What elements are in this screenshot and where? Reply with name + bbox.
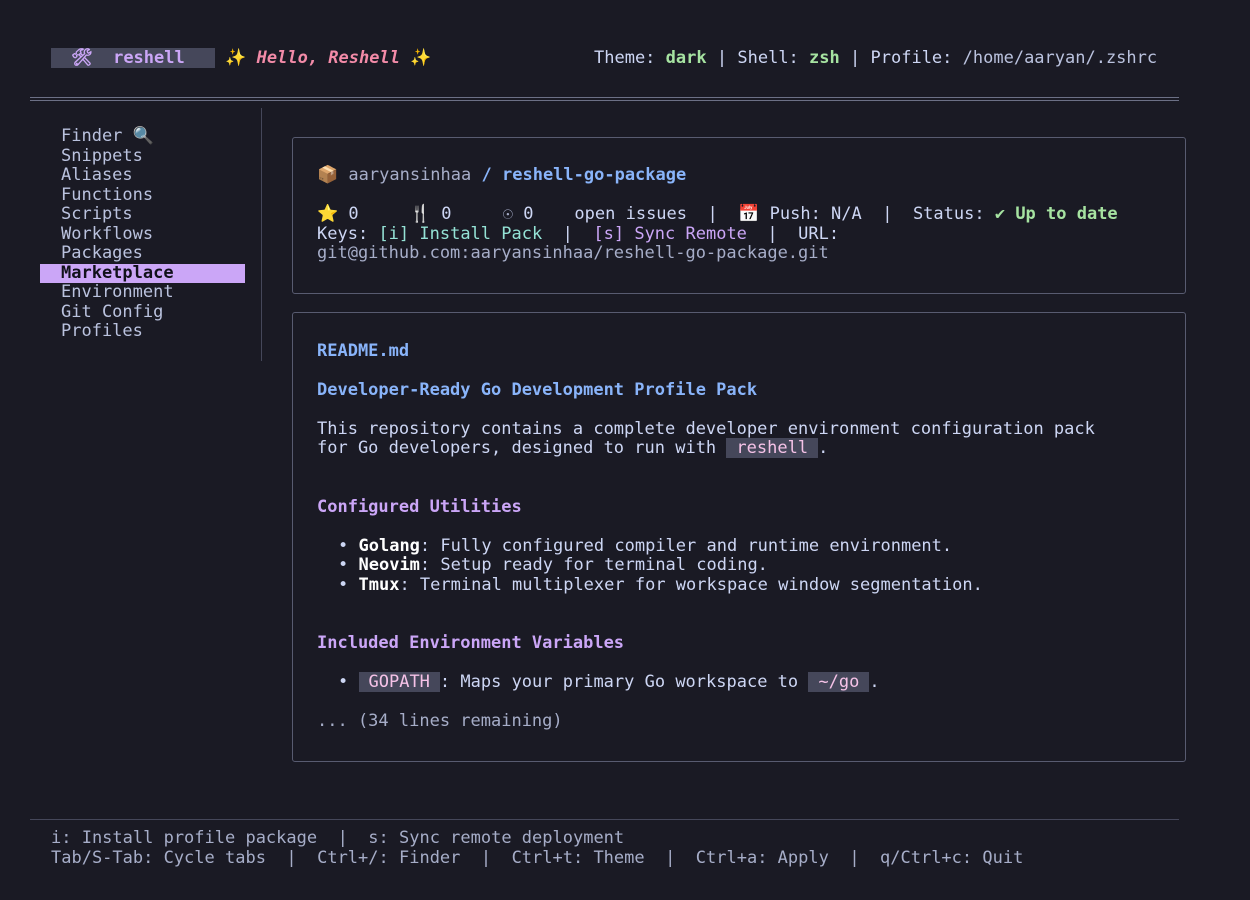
sparkle-icon: ✨ — [410, 48, 432, 68]
sidebar-item-functions[interactable]: Functions — [40, 185, 245, 206]
sidebar-divider — [261, 108, 262, 361]
readme-intro-line2: for Go developers, designed to run with … — [317, 438, 829, 459]
utility-desc: : Terminal multiplexer for workspace win… — [399, 575, 983, 595]
stars-count: 0 — [348, 204, 359, 224]
bullet: • — [338, 575, 349, 595]
list-item: • Golang: Fully configured compiler and … — [338, 536, 953, 557]
sync-remote-key[interactable]: [s] Sync Remote — [593, 224, 747, 244]
profile-path: /home/aaryan/.zshrc — [962, 48, 1158, 68]
app-title-badge: 🛠 reshell — [51, 48, 215, 68]
repo-url[interactable]: git@github.com:aaryansinhaa/reshell-go-p… — [317, 243, 829, 264]
sidebar-item-marketplace[interactable]: Marketplace — [40, 263, 245, 283]
utility-name: Tmux — [358, 575, 400, 595]
repo-keys: Keys: [i] Install Pack | [s] Sync Remote… — [317, 224, 840, 244]
bullet: • — [338, 536, 349, 556]
env-period: . — [869, 672, 880, 692]
profile-label: Profile: — [870, 48, 953, 68]
greeting-text: Hello, Reshell — [256, 48, 400, 68]
app-header-left: 🛠 reshell ✨ Hello, Reshell ✨ — [51, 48, 432, 69]
sidebar-item-environment[interactable]: Environment — [40, 282, 245, 303]
repo-slash: / — [481, 165, 492, 185]
readme-intro-line1: This repository contains a complete deve… — [317, 419, 1095, 439]
header-status: Theme: dark | Shell: zsh | Profile: /hom… — [594, 48, 1158, 69]
keys-label: Keys: — [317, 224, 369, 244]
section-heading-utilities: Configured Utilities — [317, 497, 522, 517]
sidebar-item-finder[interactable]: Finder 🔍 — [40, 126, 245, 147]
status-badge: ✔ Up to date — [994, 204, 1118, 224]
utility-desc: : Fully configured compiler and runtime … — [419, 536, 953, 556]
sidebar-item-git-config[interactable]: Git Config — [40, 302, 245, 323]
fork-icon: 🍴 — [409, 204, 432, 224]
repo-stats: ⭐ 0 🍴 0 ☉ 0 open issues | 📅 Push: N/A | … — [317, 204, 1118, 224]
readme-title: Developer-Ready Go Development Profile P… — [317, 380, 758, 400]
status-label: Status: — [912, 204, 985, 224]
sidebar-item-packages[interactable]: Packages — [40, 243, 245, 264]
sidebar-nav: Finder 🔍 Snippets Aliases Functions Scri… — [40, 126, 245, 342]
app-name: reshell — [113, 48, 185, 68]
footer-hints-line1: i: Install profile package | s: Sync rem… — [51, 828, 625, 848]
header-rule — [30, 100, 1179, 101]
star-icon: ⭐ — [317, 204, 339, 224]
footer-hints-line2: Tab/S-Tab: Cycle tabs | Ctrl+/: Finder |… — [51, 848, 1024, 868]
bullet: • — [338, 672, 349, 692]
issues-count: 0 — [523, 204, 534, 224]
env-desc: : Maps your primary Go workspace to — [439, 672, 799, 692]
sidebar-item-aliases[interactable]: Aliases — [40, 165, 245, 186]
issues-label: open issues — [574, 204, 688, 224]
sidebar-item-snippets[interactable]: Snippets — [40, 146, 245, 167]
repo-title: 📦 aaryansinhaa / reshell-go-package — [317, 165, 686, 186]
package-icon: 📦 — [317, 165, 339, 185]
forks-count: 0 — [441, 204, 452, 224]
theme-value: dark — [665, 48, 707, 68]
utility-name: Golang — [358, 536, 420, 556]
url-label: URL: — [798, 224, 840, 244]
bullet: • — [338, 555, 349, 575]
readme-remaining: ... (34 lines remaining) — [317, 711, 563, 731]
footer-rule — [30, 819, 1179, 820]
calendar-icon: 📅 — [738, 204, 760, 224]
sidebar-item-profiles[interactable]: Profiles — [40, 321, 245, 342]
list-item: • GOPATH: Maps your primary Go workspace… — [338, 672, 880, 693]
repo-name[interactable]: reshell-go-package — [502, 165, 686, 185]
shell-label: Shell: — [737, 48, 799, 68]
sparkle-icon: ✨ — [225, 48, 247, 68]
issues-icon: ☉ — [502, 204, 513, 224]
list-item: • Tmux: Terminal multiplexer for workspa… — [338, 575, 983, 596]
shell-value: zsh — [809, 48, 840, 68]
intro-period: . — [818, 438, 829, 458]
sidebar-item-workflows[interactable]: Workflows — [40, 224, 245, 245]
inline-code-go-path: ~/go — [808, 672, 870, 692]
list-item: • Neovim: Setup ready for terminal codin… — [338, 555, 768, 576]
section-heading-env: Included Environment Variables — [317, 633, 625, 653]
tools-icon: 🛠 — [71, 48, 93, 68]
repo-owner[interactable]: aaryansinhaa — [348, 165, 471, 185]
theme-label: Theme: — [594, 48, 656, 68]
utility-name: Neovim — [358, 555, 420, 575]
push-status: Push: N/A — [769, 204, 862, 224]
inline-code-reshell: reshell — [726, 438, 819, 458]
separator: | — [716, 48, 728, 68]
readme-filename: README.md — [317, 341, 410, 361]
intro-text: for Go developers, designed to run with — [317, 438, 717, 458]
header-rule — [30, 97, 1179, 98]
utility-desc: : Setup ready for terminal coding. — [419, 555, 768, 575]
inline-code-gopath: GOPATH — [358, 672, 440, 692]
separator: | — [850, 48, 861, 68]
sidebar-item-scripts[interactable]: Scripts — [40, 204, 245, 225]
install-pack-key[interactable]: [i] Install Pack — [378, 224, 542, 244]
